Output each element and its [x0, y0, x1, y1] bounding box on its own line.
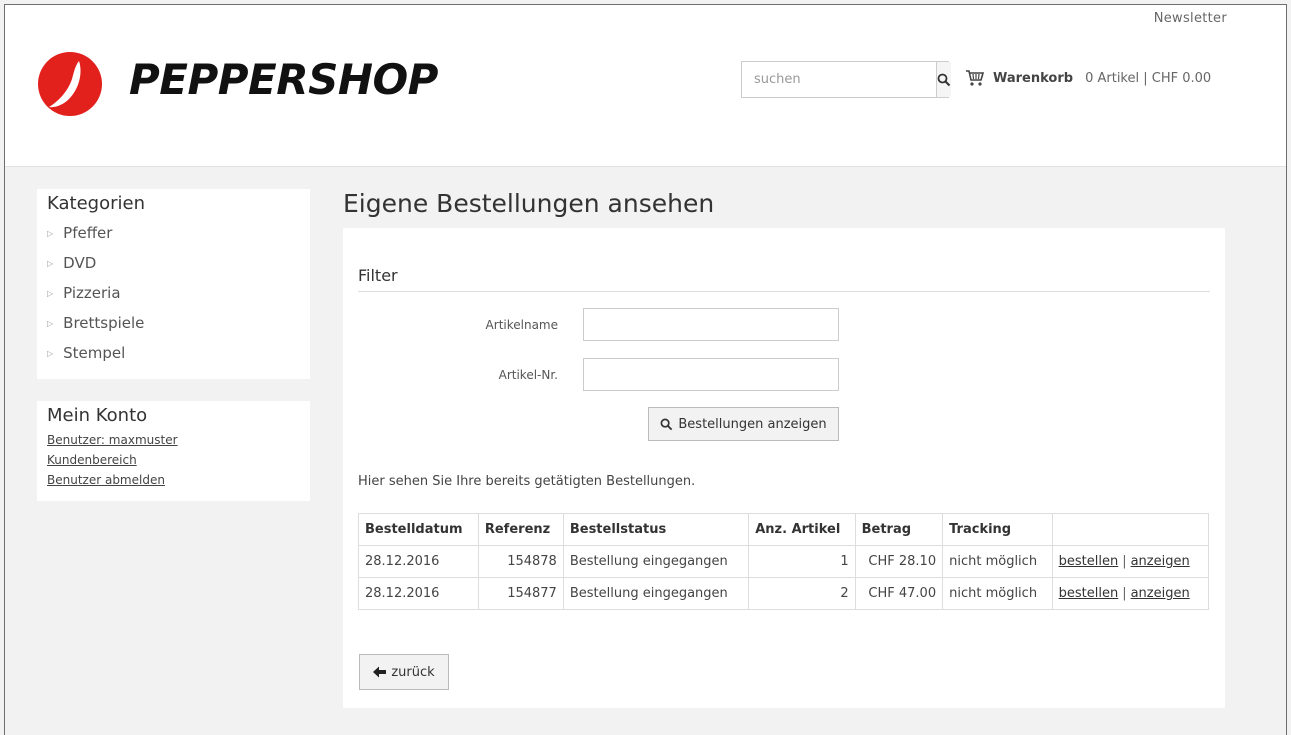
- triangle-right-icon: ▷: [47, 318, 54, 328]
- orders-table: Bestelldatum Referenz Bestellstatus Anz.…: [358, 513, 1210, 610]
- cart-summary: 0 Artikel | CHF 0.00: [1085, 70, 1212, 86]
- order-date: 28.12.2016: [358, 545, 479, 578]
- orders-panel: Filter Artikelname Artikel-Nr. Bestellun…: [343, 228, 1225, 708]
- logo-text[interactable]: PEPPERSHOP: [129, 55, 438, 104]
- show-orders-label: Bestellungen anzeigen: [678, 416, 827, 432]
- category-item-pfeffer[interactable]: ▷ Pfeffer: [47, 218, 310, 248]
- triangle-right-icon: ▷: [47, 348, 54, 358]
- category-label[interactable]: Pfeffer: [63, 224, 112, 242]
- category-item-dvd[interactable]: ▷ DVD: [47, 248, 310, 278]
- order-item-count: 2: [748, 577, 856, 610]
- order-actions: bestellen | anzeigen: [1051, 545, 1210, 578]
- column-header: Bestellstatus: [562, 513, 750, 546]
- filter-title: Filter: [358, 266, 1210, 292]
- category-item-brettspiele[interactable]: ▷ Brettspiele: [47, 308, 310, 338]
- account-panel: Mein Konto Benutzer: maxmuster Kundenber…: [37, 401, 310, 501]
- order-status: Bestellung eingegangen: [562, 545, 750, 578]
- triangle-right-icon: ▷: [47, 288, 54, 298]
- article-name-label: Artikelname: [485, 318, 558, 332]
- category-label[interactable]: DVD: [63, 254, 96, 272]
- table-row: 28.12.2016 154877 Bestellung eingegangen…: [358, 577, 1210, 610]
- arrow-left-icon: [373, 666, 387, 678]
- separator: |: [1122, 586, 1127, 601]
- search-input[interactable]: [742, 62, 936, 97]
- order-status: Bestellung eingegangen: [562, 577, 750, 610]
- order-amount: CHF 28.10: [854, 545, 944, 578]
- column-header: Betrag: [854, 513, 944, 546]
- customer-area-link[interactable]: Kundenbereich: [37, 450, 310, 470]
- triangle-right-icon: ▷: [47, 258, 54, 268]
- account-user-link[interactable]: Benutzer: maxmuster: [37, 430, 310, 450]
- browser-frame: Newsletter PEPPERSHOP suchen Warenkorb 0…: [4, 4, 1287, 735]
- newsletter-link[interactable]: Newsletter: [1154, 11, 1227, 26]
- order-date: 28.12.2016: [358, 577, 479, 610]
- table-header-row: Bestelldatum Referenz Bestellstatus Anz.…: [358, 513, 1210, 546]
- pepper-logo-icon[interactable]: [37, 51, 103, 117]
- order-actions: bestellen | anzeigen: [1051, 577, 1210, 610]
- category-label[interactable]: Brettspiele: [63, 314, 144, 332]
- reorder-link[interactable]: bestellen: [1059, 554, 1119, 569]
- separator: |: [1122, 554, 1127, 569]
- category-item-pizzeria[interactable]: ▷ Pizzeria: [47, 278, 310, 308]
- view-order-link[interactable]: anzeigen: [1131, 586, 1190, 601]
- categories-title: Kategorien: [47, 193, 145, 214]
- order-reference: 154878: [477, 545, 564, 578]
- column-header: Bestelldatum: [358, 513, 479, 546]
- page-title: Eigene Bestellungen ansehen: [343, 189, 715, 218]
- order-tracking: nicht möglich: [942, 545, 1053, 578]
- article-no-label: Artikel-Nr.: [498, 368, 558, 382]
- category-label[interactable]: Pizzeria: [63, 284, 120, 302]
- cart-icon: [966, 70, 985, 86]
- cart-label[interactable]: Warenkorb: [993, 71, 1073, 86]
- back-button[interactable]: zurück: [359, 654, 449, 690]
- logout-link[interactable]: Benutzer abmelden: [37, 470, 310, 490]
- search-icon: [660, 418, 673, 430]
- column-header: [1051, 513, 1210, 546]
- column-header: Anz. Artikel: [748, 513, 856, 546]
- show-orders-button[interactable]: Bestellungen anzeigen: [648, 407, 839, 441]
- column-header: Tracking: [942, 513, 1053, 546]
- search-button[interactable]: [936, 62, 951, 97]
- category-item-stempel[interactable]: ▷ Stempel: [47, 338, 310, 368]
- column-header: Referenz: [477, 513, 564, 546]
- site-header: Newsletter PEPPERSHOP suchen Warenkorb 0…: [5, 5, 1286, 167]
- reorder-link[interactable]: bestellen: [1059, 586, 1119, 601]
- category-label[interactable]: Stempel: [63, 344, 125, 362]
- orders-info-text: Hier sehen Sie Ihre bereits getätigten B…: [358, 474, 696, 489]
- order-item-count: 1: [748, 545, 856, 578]
- search-box: [741, 61, 951, 98]
- back-label: zurück: [391, 664, 435, 680]
- article-name-input[interactable]: [583, 308, 839, 341]
- categories-panel: Kategorien ▷ Pfeffer ▷ DVD ▷ Pizzeria ▷ Bret…: [37, 189, 310, 379]
- order-amount: CHF 47.00: [854, 577, 944, 610]
- table-row: 28.12.2016 154878 Bestellung eingegangen…: [358, 545, 1210, 578]
- account-title: Mein Konto: [47, 405, 148, 426]
- order-reference: 154877: [477, 577, 564, 610]
- search-icon: [937, 73, 951, 86]
- article-no-input[interactable]: [583, 358, 839, 391]
- cart-widget[interactable]: Warenkorb 0 Artikel | CHF 0.00: [965, 69, 1211, 87]
- order-tracking: nicht möglich: [942, 577, 1053, 610]
- view-order-link[interactable]: anzeigen: [1131, 554, 1190, 569]
- triangle-right-icon: ▷: [47, 228, 54, 238]
